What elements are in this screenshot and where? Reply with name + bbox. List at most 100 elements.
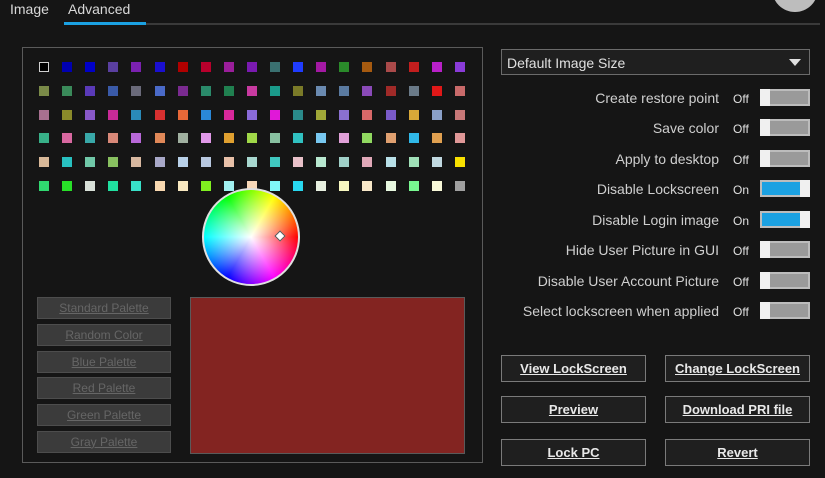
color-swatch[interactable] <box>85 86 95 96</box>
tab-image[interactable]: Image <box>10 1 49 17</box>
color-swatch[interactable] <box>39 157 49 167</box>
color-swatch[interactable] <box>62 157 72 167</box>
color-swatch[interactable] <box>131 133 141 143</box>
color-swatch[interactable] <box>155 110 165 120</box>
color-swatch[interactable] <box>432 62 442 72</box>
color-swatch[interactable] <box>362 62 372 72</box>
color-swatch[interactable] <box>362 86 372 96</box>
color-swatch[interactable] <box>224 133 234 143</box>
apply-to-desktop-toggle[interactable] <box>760 150 810 167</box>
random-color-button[interactable]: Random Color <box>37 324 171 346</box>
color-swatch[interactable] <box>362 133 372 143</box>
color-swatch[interactable] <box>131 181 141 191</box>
color-swatch[interactable] <box>316 62 326 72</box>
color-swatch[interactable] <box>293 157 303 167</box>
color-swatch[interactable] <box>178 62 188 72</box>
color-swatch[interactable] <box>316 110 326 120</box>
color-swatch[interactable] <box>455 133 465 143</box>
color-swatch[interactable] <box>178 86 188 96</box>
save-color-toggle[interactable] <box>760 119 810 136</box>
color-swatch[interactable] <box>339 181 349 191</box>
color-swatch[interactable] <box>316 86 326 96</box>
color-swatch[interactable] <box>432 133 442 143</box>
color-swatch[interactable] <box>432 181 442 191</box>
color-swatch[interactable] <box>293 110 303 120</box>
color-swatch[interactable] <box>270 133 280 143</box>
color-swatch[interactable] <box>247 62 257 72</box>
color-swatch[interactable] <box>409 181 419 191</box>
color-swatch[interactable] <box>386 181 396 191</box>
color-swatch[interactable] <box>108 157 118 167</box>
tab-advanced[interactable]: Advanced <box>68 1 130 17</box>
color-swatch[interactable] <box>178 133 188 143</box>
lock-pc-button[interactable]: Lock PC <box>501 439 646 466</box>
color-swatch[interactable] <box>432 110 442 120</box>
download-pri-button[interactable]: Download PRI file <box>665 396 810 423</box>
create-restore-point-toggle[interactable] <box>760 89 810 106</box>
preview-button[interactable]: Preview <box>501 396 646 423</box>
color-swatch[interactable] <box>270 110 280 120</box>
color-swatch[interactable] <box>362 157 372 167</box>
color-swatch[interactable] <box>39 62 49 72</box>
hide-user-picture-toggle[interactable] <box>760 241 810 258</box>
color-swatch[interactable] <box>224 157 234 167</box>
color-swatch[interactable] <box>201 62 211 72</box>
color-swatch[interactable] <box>85 62 95 72</box>
color-swatch[interactable] <box>386 157 396 167</box>
red-palette-button[interactable]: Red Palette <box>37 377 171 399</box>
green-palette-button[interactable]: Green Palette <box>37 404 171 426</box>
select-lockscreen-toggle[interactable] <box>760 302 810 319</box>
color-swatch[interactable] <box>339 62 349 72</box>
color-swatch[interactable] <box>455 62 465 72</box>
color-swatch[interactable] <box>409 62 419 72</box>
color-swatch[interactable] <box>455 181 465 191</box>
color-swatch[interactable] <box>247 86 257 96</box>
color-swatch[interactable] <box>432 86 442 96</box>
color-swatch[interactable] <box>108 110 118 120</box>
color-swatch[interactable] <box>224 62 234 72</box>
color-swatch[interactable] <box>85 110 95 120</box>
color-swatch[interactable] <box>386 110 396 120</box>
color-swatch[interactable] <box>178 181 188 191</box>
color-swatch[interactable] <box>316 133 326 143</box>
color-swatch[interactable] <box>224 181 234 191</box>
color-swatch[interactable] <box>224 86 234 96</box>
color-swatch[interactable] <box>409 157 419 167</box>
color-swatch[interactable] <box>316 157 326 167</box>
color-swatch[interactable] <box>155 62 165 72</box>
color-swatch[interactable] <box>409 86 419 96</box>
color-swatch[interactable] <box>178 157 188 167</box>
color-swatch[interactable] <box>62 62 72 72</box>
color-swatch[interactable] <box>39 133 49 143</box>
color-swatch[interactable] <box>339 110 349 120</box>
color-wheel[interactable] <box>202 188 300 286</box>
color-swatch[interactable] <box>270 62 280 72</box>
color-swatch[interactable] <box>201 133 211 143</box>
revert-button[interactable]: Revert <box>665 439 810 466</box>
color-swatch[interactable] <box>316 181 326 191</box>
color-swatch[interactable] <box>247 110 257 120</box>
color-swatch[interactable] <box>201 157 211 167</box>
color-swatch[interactable] <box>85 181 95 191</box>
color-swatch[interactable] <box>362 181 372 191</box>
color-swatch[interactable] <box>131 86 141 96</box>
color-swatch[interactable] <box>409 110 419 120</box>
color-swatch[interactable] <box>108 86 118 96</box>
color-swatch[interactable] <box>201 110 211 120</box>
color-swatch[interactable] <box>247 157 257 167</box>
color-swatch[interactable] <box>85 133 95 143</box>
color-swatch[interactable] <box>108 133 118 143</box>
color-swatch[interactable] <box>362 110 372 120</box>
color-swatch[interactable] <box>39 110 49 120</box>
color-swatch[interactable] <box>62 133 72 143</box>
color-swatch[interactable] <box>270 181 280 191</box>
color-swatch[interactable] <box>131 157 141 167</box>
color-swatch[interactable] <box>455 157 465 167</box>
color-swatch[interactable] <box>155 86 165 96</box>
color-swatch[interactable] <box>270 86 280 96</box>
color-swatch[interactable] <box>247 133 257 143</box>
color-swatch[interactable] <box>409 133 419 143</box>
color-swatch[interactable] <box>62 181 72 191</box>
color-swatch[interactable] <box>293 62 303 72</box>
color-swatch[interactable] <box>293 181 303 191</box>
